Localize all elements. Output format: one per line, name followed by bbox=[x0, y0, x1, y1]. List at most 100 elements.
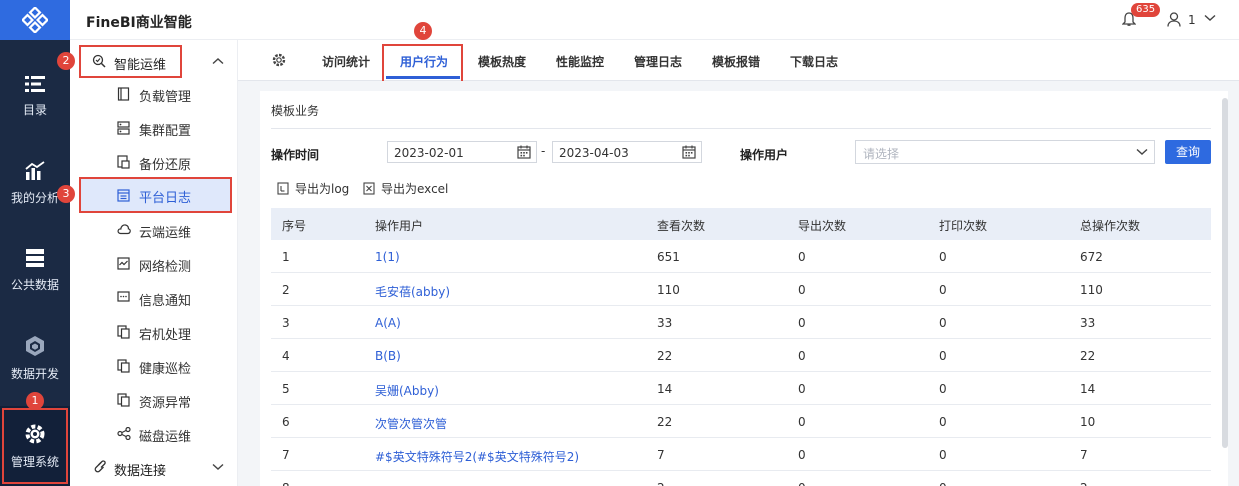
operation-user-label: 操作用户 bbox=[740, 148, 789, 162]
export-log-label: 导出为log bbox=[295, 182, 350, 196]
annotation-badge: 2 bbox=[57, 52, 75, 70]
sidebar-item-label: 资源异常 bbox=[139, 396, 192, 411]
settings-icon[interactable] bbox=[272, 53, 286, 67]
cell-views: 7 bbox=[657, 448, 665, 462]
rail-item-admin-system[interactable]: 管理系统 bbox=[0, 406, 70, 486]
user-select[interactable]: 请选择 bbox=[855, 140, 1155, 164]
end-date-value: 2023-04-03 bbox=[559, 146, 629, 160]
sidebar-item-label: 集群配置 bbox=[139, 124, 192, 139]
sidebar-item-label: 网络检测 bbox=[139, 260, 192, 275]
tab-admin-log[interactable]: 管理日志 bbox=[634, 53, 682, 70]
table-row: 1 1(1) 651 0 0 672 bbox=[271, 240, 1211, 273]
message-icon bbox=[117, 291, 130, 302]
tab-performance[interactable]: 性能监控 bbox=[556, 53, 604, 70]
cell-index: 8 bbox=[282, 481, 290, 486]
copy-icon bbox=[117, 393, 130, 407]
column-header: 导出次数 bbox=[798, 219, 847, 233]
tab-template-heat[interactable]: 模板热度 bbox=[478, 53, 526, 70]
rail-item-public-data[interactable]: 公共数据 bbox=[0, 230, 70, 310]
sidebar-item-network-check[interactable]: 网络检测 bbox=[70, 247, 238, 281]
calendar-icon[interactable] bbox=[517, 145, 531, 159]
user-name[interactable]: 1 bbox=[1188, 13, 1196, 27]
rail-item-my-analysis[interactable]: 我的分析 bbox=[0, 143, 70, 223]
annotation-badge: 3 bbox=[57, 185, 75, 203]
cell-views: 651 bbox=[657, 250, 680, 264]
cell-views: 110 bbox=[657, 283, 680, 297]
cell-exports: 0 bbox=[798, 250, 806, 264]
annotation-badge: 1 bbox=[26, 392, 44, 410]
cell-prints: 0 bbox=[939, 415, 947, 429]
cell-user-link[interactable]: #$英文特殊符号2(#$英文特殊符号2) bbox=[375, 448, 579, 465]
sidebar-item-disk-ops[interactable]: 磁盘运维 bbox=[70, 417, 238, 451]
sidebar-item-resource-anomaly[interactable]: 资源异常 bbox=[70, 383, 238, 417]
sidebar-item-notifications[interactable]: 信息通知 bbox=[70, 281, 238, 315]
copy-icon bbox=[117, 359, 130, 373]
calendar-icon[interactable] bbox=[682, 145, 696, 159]
user-icon[interactable] bbox=[1167, 12, 1181, 27]
sidebar-group-label: 数据连接 bbox=[114, 464, 167, 479]
cube-icon bbox=[26, 335, 44, 356]
cell-user-link[interactable]: 次管次管次管 bbox=[375, 415, 447, 432]
cell-prints: 0 bbox=[939, 481, 947, 486]
sidebar-item-label: 磁盘运维 bbox=[139, 430, 192, 445]
cell-prints: 0 bbox=[939, 349, 947, 363]
cell-total: 110 bbox=[1080, 283, 1103, 297]
table-row: 4 B(B) 22 0 0 22 bbox=[271, 339, 1211, 372]
file-excel-icon bbox=[363, 182, 375, 195]
highlight-box bbox=[2, 408, 68, 484]
sidebar-item-label: 宕机处理 bbox=[139, 328, 192, 343]
chevron-up-icon[interactable] bbox=[212, 57, 224, 65]
share-nodes-icon bbox=[117, 427, 131, 440]
table-row: 5 吴姗(Abby) 14 0 0 14 bbox=[271, 372, 1211, 405]
sidebar-item-cluster-config[interactable]: 集群配置 bbox=[70, 111, 238, 145]
cell-views: 33 bbox=[657, 316, 673, 330]
end-date-input[interactable]: 2023-04-03 bbox=[552, 141, 702, 163]
column-header: 操作用户 bbox=[375, 219, 424, 233]
cell-user-link[interactable]: 毛安蓓(abby) bbox=[375, 283, 450, 300]
date-range-separator: - bbox=[541, 144, 546, 158]
divider bbox=[271, 128, 1211, 129]
app-logo[interactable] bbox=[0, 0, 70, 40]
chevron-down-icon[interactable] bbox=[212, 463, 224, 471]
cell-user-link[interactable]: 吴姗(Abby) bbox=[375, 382, 439, 399]
rail-item-data-dev[interactable]: 数据开发 bbox=[0, 318, 70, 398]
operation-time-label: 操作时间 bbox=[271, 148, 320, 162]
sidebar-item-load-mgmt[interactable]: 负载管理 bbox=[70, 77, 238, 111]
start-date-input[interactable]: 2023-02-01 bbox=[387, 141, 537, 163]
cell-user-link[interactable]: 1(1) bbox=[375, 250, 400, 264]
document-icon bbox=[117, 87, 130, 101]
start-date-value: 2023-02-01 bbox=[394, 146, 464, 160]
top-header: FineBI商业智能 635 1 bbox=[70, 0, 1239, 40]
sidebar-item-backup-restore[interactable]: 备份还原 bbox=[70, 145, 238, 179]
table-row: 8 2 0 0 2 bbox=[271, 471, 1211, 486]
cell-exports: 0 bbox=[798, 481, 806, 486]
export-excel-button[interactable]: 导出为excel bbox=[363, 180, 448, 197]
export-log-button[interactable]: 导出为log bbox=[277, 180, 349, 197]
vertical-scrollbar[interactable] bbox=[1222, 98, 1228, 448]
annotation-badge: 4 bbox=[414, 22, 432, 40]
cell-user-link[interactable]: B(B) bbox=[375, 349, 401, 363]
sidebar-item-health-check[interactable]: 健康巡检 bbox=[70, 349, 238, 383]
chevron-down-icon[interactable] bbox=[1204, 14, 1216, 22]
tab-access-stats[interactable]: 访问统计 bbox=[322, 53, 370, 70]
highlight-box bbox=[79, 45, 182, 78]
sidebar-item-cloud-ops[interactable]: 云端运维 bbox=[70, 213, 238, 247]
sidebar-item-downtime[interactable]: 宕机处理 bbox=[70, 315, 238, 349]
query-button[interactable]: 查询 bbox=[1165, 140, 1211, 164]
cell-total: 10 bbox=[1080, 415, 1096, 429]
notification-badge: 635 bbox=[1131, 3, 1161, 17]
sidebar-group-data-connection[interactable]: 数据连接 bbox=[70, 450, 238, 484]
tab-download-log[interactable]: 下载日志 bbox=[790, 53, 838, 70]
cell-user-link[interactable]: A(A) bbox=[375, 316, 401, 330]
cell-prints: 0 bbox=[939, 316, 947, 330]
cell-views: 22 bbox=[657, 349, 673, 363]
left-nav-rail: 目录 我的分析 公共数据 数据开发 管理系统 1 bbox=[0, 0, 70, 486]
cell-index: 5 bbox=[282, 382, 290, 396]
list-icon bbox=[25, 75, 45, 92]
user-select-placeholder: 请选择 bbox=[863, 147, 900, 161]
tab-template-errors[interactable]: 模板报错 bbox=[712, 53, 760, 70]
cell-exports: 0 bbox=[798, 448, 806, 462]
column-header: 查看次数 bbox=[657, 219, 706, 233]
highlight-box bbox=[382, 44, 463, 83]
sidebar-item-label: 备份还原 bbox=[139, 158, 192, 173]
